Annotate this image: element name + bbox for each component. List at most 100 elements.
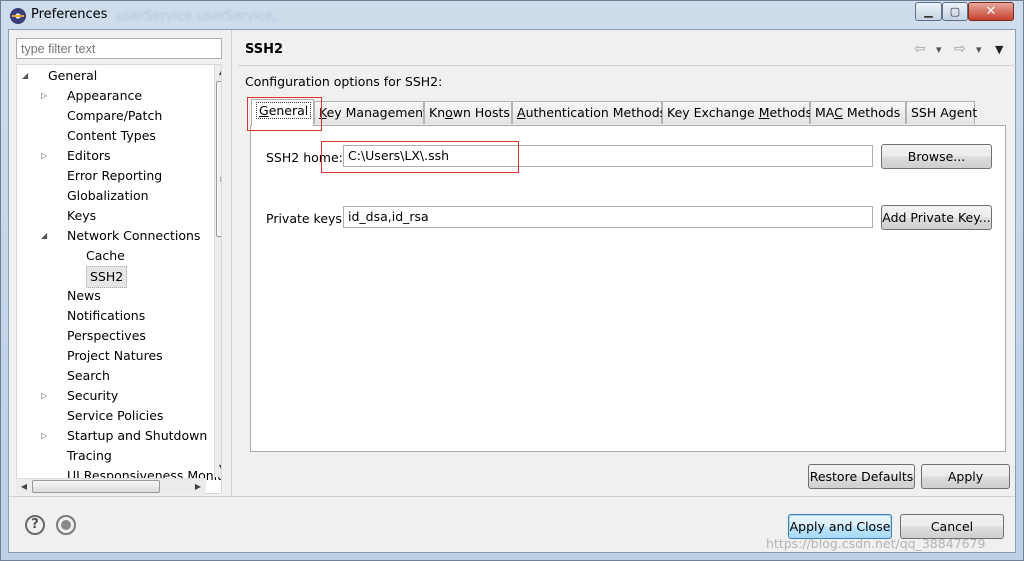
tree-item[interactable]: Cache <box>17 246 213 266</box>
back-dropdown-icon[interactable]: ▾ <box>936 43 942 56</box>
tree-item[interactable]: Service Policies <box>17 406 213 426</box>
tree-item[interactable]: Compare/Patch <box>17 106 213 126</box>
tree-item-label: Error Reporting <box>67 168 163 183</box>
tree-item-label: Content Types <box>67 128 156 143</box>
tree-item[interactable]: Globalization <box>17 186 213 206</box>
tree-item[interactable]: Tracing <box>17 446 213 466</box>
restore-defaults-button[interactable]: Restore Defaults <box>808 464 915 489</box>
maximize-button[interactable]: ▢ <box>942 2 968 21</box>
tree-item[interactable]: ◢ Network Connections <box>17 226 213 246</box>
record-macro-icon[interactable] <box>56 515 76 535</box>
browse-button[interactable]: Browse... <box>881 144 992 169</box>
tab-label: Key Management <box>319 105 428 120</box>
preference-tree: ◢ General ▷ Appearance Compare/Patch Content … <box>16 64 222 494</box>
scroll-right-arrow-icon[interactable]: ▶ <box>191 482 205 491</box>
tree-item[interactable]: ▷ Startup and Shutdown <box>17 426 213 446</box>
tree-item-label: Perspectives <box>67 328 146 343</box>
scroll-grip-icon: ≡ <box>216 175 221 185</box>
page-title: SSH2 <box>245 42 284 57</box>
tree-item-label: Service Policies <box>67 408 164 423</box>
tab-general[interactable]: General <box>251 99 314 126</box>
tab-known-hosts[interactable]: Known Hosts <box>424 101 512 124</box>
scroll-left-arrow-icon[interactable]: ◀ <box>17 482 31 491</box>
help-icon[interactable]: ? <box>25 515 45 535</box>
view-menu-icon[interactable]: ▼ <box>995 43 1003 56</box>
tree-item[interactable]: News <box>17 286 213 306</box>
tab-label: Key Exchange Methods <box>667 105 813 120</box>
tree-item[interactable]: ◢ General <box>17 66 213 86</box>
tree-item-label: Network Connections <box>67 228 201 243</box>
expanded-twisty-icon[interactable]: ◢ <box>22 66 32 86</box>
tree-item[interactable]: Search <box>17 366 213 386</box>
tab-key-exchange-methods[interactable]: Key Exchange Methods <box>662 101 813 124</box>
tab-authentication-methods[interactable]: Authentication Methods <box>512 101 666 124</box>
tree-hscroll-thumb[interactable] <box>32 480 160 493</box>
collapsed-twisty-icon[interactable]: ▷ <box>41 86 51 106</box>
collapsed-twisty-icon[interactable]: ▷ <box>41 386 51 406</box>
tab-label: MAC Methods <box>815 105 901 120</box>
apply-button[interactable]: Apply <box>921 464 1010 489</box>
splitter[interactable] <box>231 30 232 496</box>
private-keys-input[interactable]: id_dsa,id_rsa <box>343 206 873 228</box>
tree-item-label: Tracing <box>67 448 112 463</box>
filter-input[interactable] <box>16 38 222 59</box>
tree-item-label: Globalization <box>67 188 149 203</box>
footer-separator <box>9 496 1015 497</box>
tree-item-label: Editors <box>67 148 111 163</box>
collapsed-twisty-icon[interactable]: ▷ <box>41 426 51 446</box>
private-keys-label: Private keys: <box>266 211 347 226</box>
tree-vertical-scrollbar[interactable]: ▲ ≡ ▼ <box>214 65 221 477</box>
tree-item-label: News <box>67 288 101 303</box>
tree-item[interactable]: ▷ Security <box>17 386 213 406</box>
forward-arrow-icon[interactable]: ⇨ <box>954 41 966 57</box>
tab-ssh-agent[interactable]: SSH Agent <box>906 101 978 124</box>
tree-item-label: SSH2 <box>86 266 128 288</box>
tree-item[interactable]: SSH2 <box>17 266 213 288</box>
scroll-down-arrow-icon[interactable]: ▼ <box>215 463 221 472</box>
tree-item[interactable]: Keys <box>17 206 213 226</box>
minimize-button[interactable]: ▁ <box>915 2 942 21</box>
eclipse-icon <box>10 8 26 24</box>
expanded-twisty-icon[interactable]: ◢ <box>41 226 51 246</box>
tab-mac-methods[interactable]: MAC Methods <box>810 101 906 124</box>
tree-item-label: General <box>48 68 98 83</box>
tree-item-label: Compare/Patch <box>67 108 163 123</box>
tree-scroll-thumb[interactable] <box>216 81 221 237</box>
preferences-window: Preferences userService.userService, ▁ ▢… <box>0 0 1024 561</box>
tab-key-management[interactable]: Key Management <box>314 101 428 124</box>
tree-item[interactable]: Perspectives <box>17 326 213 346</box>
tree-item[interactable]: Error Reporting <box>17 166 213 186</box>
add-private-key-button[interactable]: Add Private Key... <box>881 205 992 230</box>
page-description: Configuration options for SSH2: <box>245 74 443 89</box>
tab-label: Known Hosts <box>429 105 510 120</box>
page-separator <box>238 65 1016 66</box>
forward-dropdown-icon[interactable]: ▾ <box>976 43 982 56</box>
back-arrow-icon[interactable]: ⇦ <box>914 41 926 57</box>
dialog-client-area: ◢ General ▷ Appearance Compare/Patch Content … <box>8 29 1016 553</box>
watermark-text: https://blog.csdn.net/qq_38847679 <box>766 536 986 551</box>
collapsed-twisty-icon[interactable]: ▷ <box>41 146 51 166</box>
title-bar: Preferences userService.userService, ▁ ▢… <box>1 1 1023 29</box>
tree-item[interactable]: ▷ Appearance <box>17 86 213 106</box>
tree-item-label: Cache <box>86 248 125 263</box>
tree-item[interactable]: Project Natures <box>17 346 213 366</box>
tab-label: General <box>256 102 312 119</box>
tree-item-label: Search <box>67 368 110 383</box>
ssh2-home-label: SSH2 home: <box>266 150 343 165</box>
tree-item[interactable]: Content Types <box>17 126 213 146</box>
tab-label: Authentication Methods <box>517 105 667 120</box>
close-button[interactable]: ✕ <box>968 2 1014 21</box>
tree-item-label: Startup and Shutdown <box>67 428 208 443</box>
tree-item-label: Appearance <box>67 88 143 103</box>
ssh2-home-input[interactable]: C:\Users\LX\.ssh <box>343 145 873 167</box>
tree-item-label: Project Natures <box>67 348 163 363</box>
scroll-up-arrow-icon[interactable]: ▲ <box>215 67 221 76</box>
general-tab-panel: SSH2 home: C:\Users\LX\.ssh Browse... Pr… <box>250 125 1006 452</box>
tree-item[interactable]: ▷ Editors <box>17 146 213 166</box>
tab-label: SSH Agent <box>911 105 978 120</box>
background-window-text: userService.userService, <box>116 9 278 24</box>
tree-horizontal-scrollbar[interactable]: ◀ ▶ <box>16 478 206 494</box>
tree-item[interactable]: Notifications <box>17 306 213 326</box>
tree-item-label: Notifications <box>67 308 146 323</box>
tree-item-label: Security <box>67 388 119 403</box>
